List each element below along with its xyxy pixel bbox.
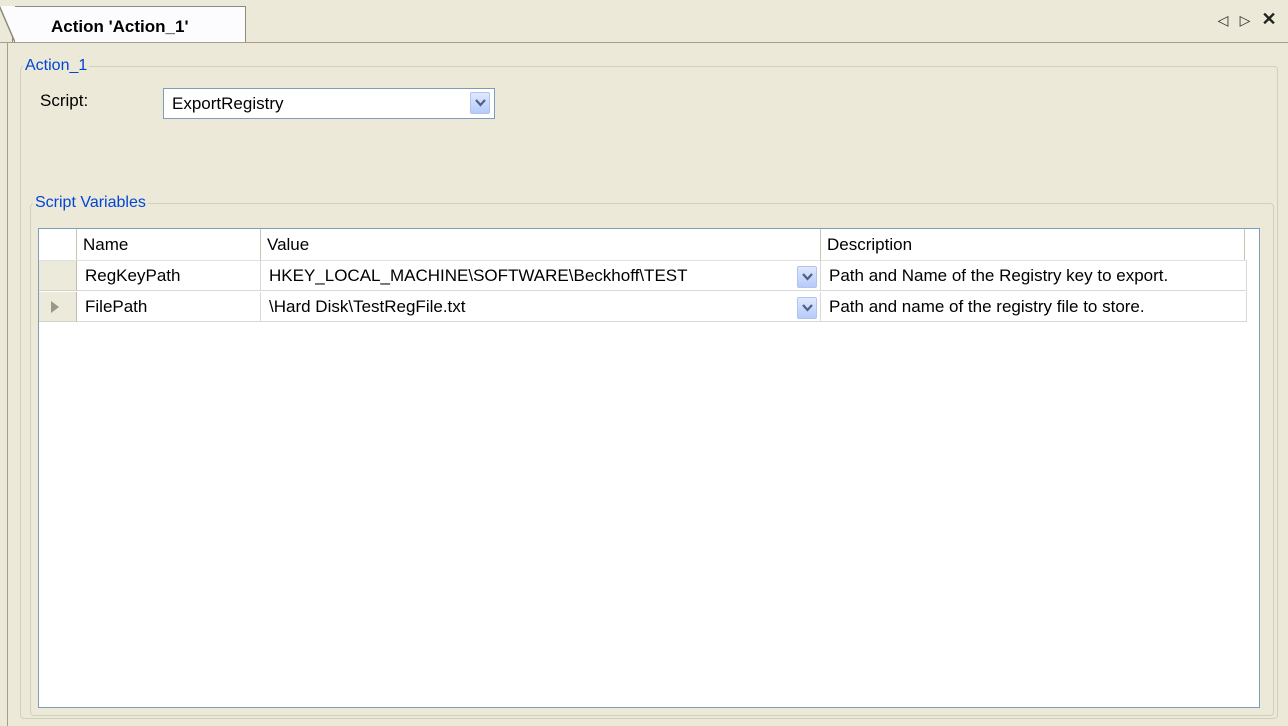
script-combobox[interactable]: ExportRegistry xyxy=(163,88,495,119)
chevron-down-icon[interactable] xyxy=(470,92,490,114)
script-variables-legend: Script Variables xyxy=(35,194,146,211)
cell-name[interactable]: RegKeyPath xyxy=(77,261,261,291)
script-label: Script: xyxy=(40,91,89,110)
scroll-right-icon[interactable]: ▷ xyxy=(1236,11,1254,29)
cell-description: Path and Name of the Registry key to exp… xyxy=(821,261,1247,291)
chevron-down-icon[interactable] xyxy=(797,266,817,288)
tab-label: Action 'Action_1' xyxy=(51,17,189,36)
scroll-left-icon[interactable]: ◁ xyxy=(1214,11,1232,29)
table-row[interactable]: RegKeyPath HKEY_LOCAL_MACHINE\SOFTWARE\B… xyxy=(39,261,1247,292)
action-group-legend: Action_1 xyxy=(25,57,88,74)
document-tab-strip: Action 'Action_1' ◁ ▷ ✕ xyxy=(0,0,1288,43)
tab-action-1[interactable]: Action 'Action_1' xyxy=(0,6,246,43)
chevron-down-icon[interactable] xyxy=(797,297,817,319)
column-header-description[interactable]: Description xyxy=(821,229,1245,260)
row-selector[interactable] xyxy=(39,261,77,291)
column-header-name[interactable]: Name xyxy=(77,229,261,260)
current-row-arrow-icon xyxy=(51,301,59,313)
close-icon[interactable]: ✕ xyxy=(1260,10,1278,28)
table-row[interactable]: FilePath \Hard Disk\TestRegFile.txt Path… xyxy=(39,292,1247,323)
cell-description: Path and name of the registry file to st… xyxy=(821,292,1247,322)
grid-header-row: Name Value Description xyxy=(39,229,1247,261)
column-header-value[interactable]: Value xyxy=(261,229,821,260)
script-variables-grid[interactable]: Name Value Description RegKeyPath HKEY_L… xyxy=(38,228,1260,708)
row-selector[interactable] xyxy=(39,292,77,322)
script-combobox-value: ExportRegistry xyxy=(172,94,284,113)
grid-header-selector xyxy=(39,229,77,260)
cell-name[interactable]: FilePath xyxy=(77,292,261,322)
cell-value[interactable]: HKEY_LOCAL_MACHINE\SOFTWARE\Beckhoff\TES… xyxy=(261,261,821,291)
cell-value[interactable]: \Hard Disk\TestRegFile.txt xyxy=(261,292,821,322)
